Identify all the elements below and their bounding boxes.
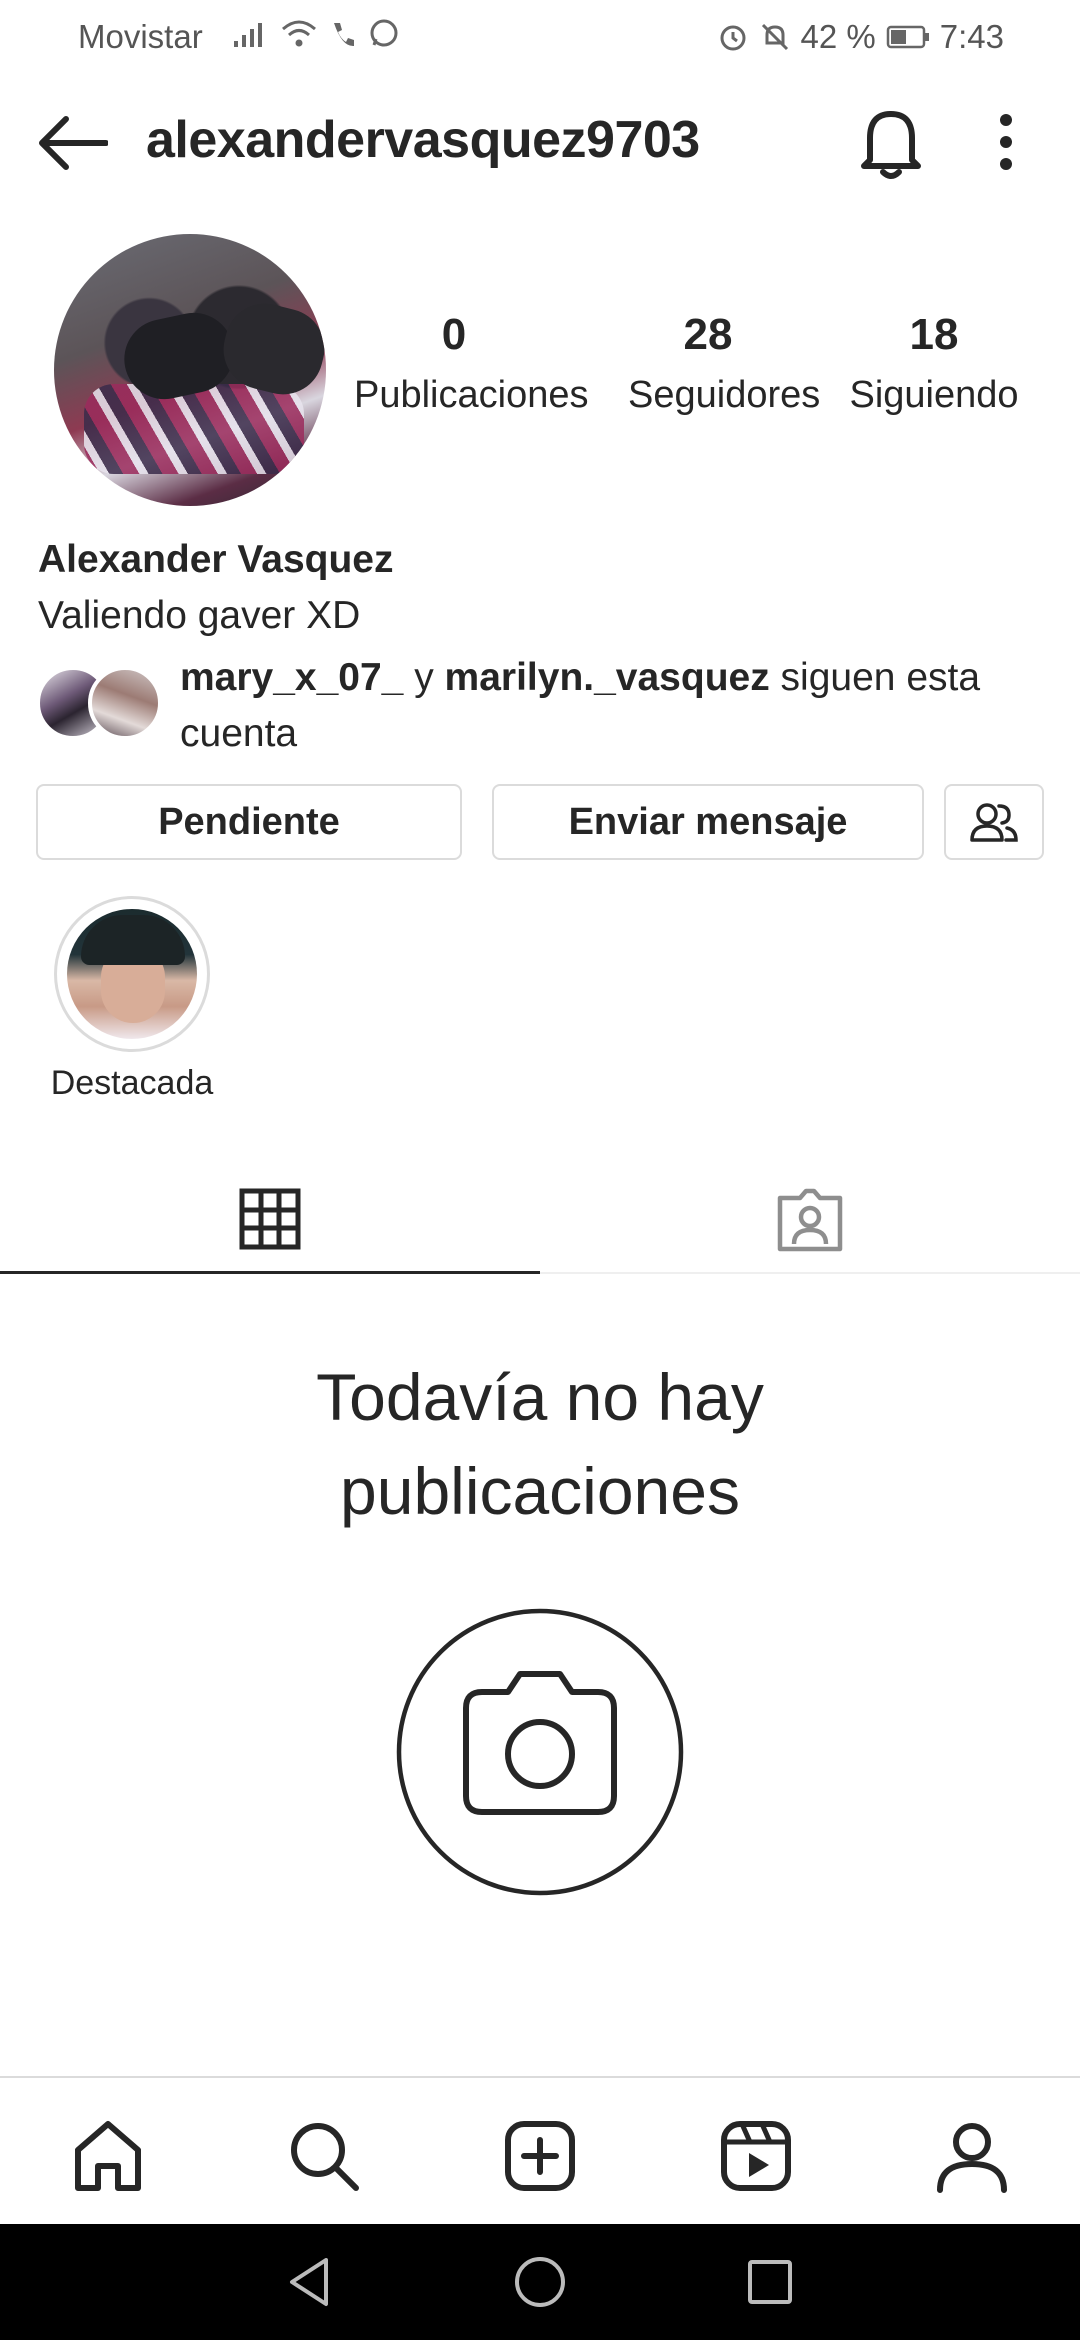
posts-count: 0 <box>441 310 467 359</box>
nav-profile[interactable] <box>934 2118 1010 2194</box>
posts-stat: 0 Publicaciones <box>354 310 589 417</box>
signal-icon <box>234 23 262 47</box>
empty-title-line-2: publicaciones <box>340 1454 740 1528</box>
status-icons-right: 42 % 7:43 <box>717 18 1004 56</box>
profile-avatar[interactable] <box>54 234 326 506</box>
avatar-photo-detail <box>84 384 304 474</box>
status-bar: Movistar 42 % 7:43 <box>0 0 1080 72</box>
wifi-icon <box>282 20 316 47</box>
bell-icon <box>861 111 921 179</box>
following-stat[interactable]: 18 Siguiendo <box>844 310 1024 417</box>
triangle-back-icon <box>290 2258 328 2306</box>
bottom-navigation <box>0 2076 1080 2224</box>
whatsapp-icon <box>370 19 398 47</box>
arrow-left-icon <box>39 116 109 170</box>
tab-posts-grid[interactable] <box>0 1166 540 1274</box>
nav-search[interactable] <box>286 2118 362 2194</box>
alarm-icon <box>720 25 746 51</box>
reels-icon <box>721 2121 791 2191</box>
more-vertical-icon <box>1000 114 1012 170</box>
clock: 7:43 <box>939 18 1004 55</box>
posts-label: Publicaciones <box>354 374 589 416</box>
square-recents-icon <box>748 2260 792 2304</box>
system-home-button[interactable] <box>512 2254 568 2310</box>
muted-bell-icon <box>761 23 788 51</box>
battery-percent: 42 % <box>800 18 876 55</box>
camera-icon <box>396 1608 684 1896</box>
more-options-button[interactable] <box>988 110 1024 174</box>
story-highlight[interactable] <box>54 896 210 1052</box>
followers-count: 28 <box>683 310 733 359</box>
mutual-avatar <box>88 666 162 740</box>
pending-button[interactable]: Pendiente <box>36 784 462 860</box>
empty-camera <box>396 1608 684 1896</box>
mutual-followers[interactable]: mary_x_07_ y marilyn._vasquez siguen est… <box>36 650 1046 760</box>
empty-title-line-1: Todavía no hay <box>316 1360 764 1434</box>
tab-tagged[interactable] <box>540 1166 1080 1274</box>
call-icon <box>334 23 354 47</box>
following-label: Siguiendo <box>849 374 1019 416</box>
profile-full-name: Alexander Vasquez <box>38 538 394 581</box>
highlight-cover <box>67 909 197 1039</box>
profile-header: alexandervasquez9703 <box>0 92 1080 192</box>
home-icon <box>75 2121 141 2191</box>
status-icons-left <box>232 18 400 50</box>
content-tabs <box>0 1166 1080 1274</box>
grid-icon <box>239 1188 301 1249</box>
profile-bio: Valiendo gaver XD <box>38 594 361 637</box>
system-recents-button[interactable] <box>742 2254 798 2310</box>
send-message-button[interactable]: Enviar mensaje <box>492 784 924 860</box>
mutual-followers-text: mary_x_07_ y marilyn._vasquez siguen est… <box>180 650 1046 762</box>
add-people-icon <box>970 803 1018 842</box>
system-back-button[interactable] <box>282 2254 338 2310</box>
back-button[interactable] <box>36 114 109 172</box>
mutual-user-2: marilyn._vasquez <box>444 656 770 699</box>
followers-label: Seguidores <box>628 374 821 416</box>
plus-square-icon <box>505 2121 575 2191</box>
tagged-person-icon <box>777 1188 843 1252</box>
nav-create[interactable] <box>502 2118 578 2194</box>
mutual-user-1: mary_x_07_ <box>180 656 404 699</box>
nav-home[interactable] <box>70 2118 146 2194</box>
notifications-button[interactable] <box>856 104 926 180</box>
following-count: 18 <box>909 310 959 359</box>
profile-icon <box>937 2123 1007 2193</box>
highlight-label: Destacada <box>50 1064 214 1102</box>
carrier-name: Movistar <box>78 18 203 55</box>
profile-stats: 0 Publicaciones 28 Seguidores 18 Siguien… <box>340 310 1080 430</box>
mutual-connector: y <box>403 656 445 699</box>
nav-reels[interactable] <box>718 2118 794 2194</box>
battery-icon <box>886 25 929 49</box>
profile-username: alexandervasquez9703 <box>146 111 700 169</box>
search-icon <box>291 2123 359 2191</box>
suggested-people-button[interactable] <box>944 784 1044 860</box>
followers-stat[interactable]: 28 Seguidores <box>628 310 821 417</box>
system-navigation-bar <box>0 2224 1080 2340</box>
circle-home-icon <box>515 2257 565 2307</box>
empty-posts-title: Todavía no hay publicaciones <box>0 1350 1080 1538</box>
